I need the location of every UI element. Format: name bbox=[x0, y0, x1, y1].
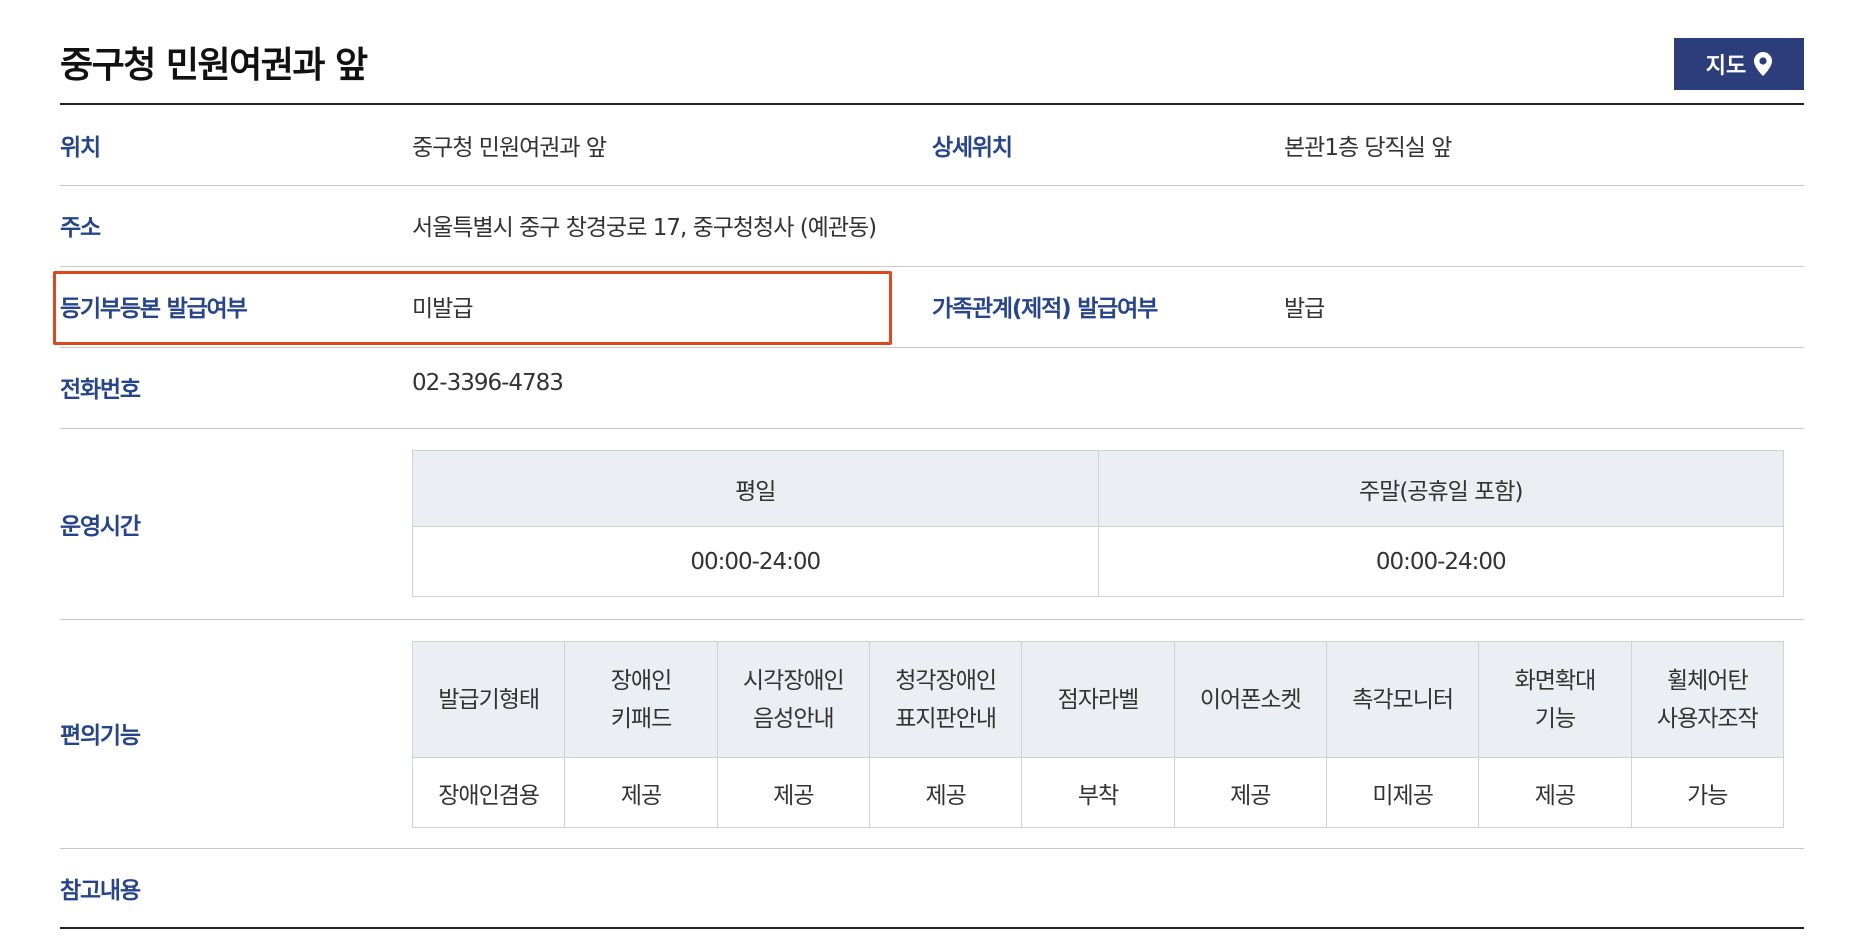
phone-label: 전화번호 bbox=[60, 377, 141, 403]
convenience-value-cell: 제공 bbox=[716, 757, 870, 828]
convenience-header-text: 휠체어탄 bbox=[1666, 667, 1749, 694]
convenience-header-text: 표지판안내 bbox=[895, 705, 997, 732]
convenience-value-cell: 장애인겸용 bbox=[411, 757, 566, 828]
convenience-header-text: 화면확대 bbox=[1514, 667, 1597, 694]
hours-label: 운영시간 bbox=[60, 514, 141, 540]
convenience-table: 발급기형태 장애인 키패드 시각장애인 음성안내 청각장애인 표지판안내 점자라벨 이어폰소켓 촉… bbox=[411, 641, 1785, 828]
convenience-header-text: 장애인 bbox=[610, 667, 672, 694]
detail-location-label: 상세위치 bbox=[932, 135, 1013, 161]
convenience-header-text: 촉각모니터 bbox=[1352, 686, 1454, 713]
convenience-header-cell: 이어폰소켓 bbox=[1173, 641, 1327, 758]
family-issuance-value: 발급 bbox=[1284, 296, 1325, 322]
map-button-label: 지도 bbox=[1705, 54, 1747, 79]
convenience-header-cell: 발급기형태 bbox=[411, 641, 566, 758]
convenience-header-text: 점자라벨 bbox=[1057, 686, 1140, 713]
page-title: 중구청 민원여권과 앞 bbox=[60, 45, 368, 86]
convenience-header-cell: 화면확대기능 bbox=[1478, 641, 1632, 758]
convenience-value-cell: 미제공 bbox=[1325, 757, 1480, 828]
hours-header-weekday: 평일 bbox=[412, 450, 1099, 527]
convenience-header-cell: 촉각모니터 bbox=[1325, 641, 1480, 758]
convenience-header-text: 사용자조작 bbox=[1656, 705, 1759, 732]
info-row-convenience: 편의기능 발급기형태 장애인 키패드 시각장애인 음성안내 청각장애인 표지판안내 점자라벨 이… bbox=[60, 620, 1804, 849]
convenience-value-cell: 부착 bbox=[1021, 757, 1175, 828]
hours-value-weekday: 00:00-24:00 bbox=[412, 526, 1099, 597]
convenience-header-cell: 휠체어탄사용자조작 bbox=[1630, 641, 1785, 758]
convenience-header-text: 청각장애인 bbox=[895, 667, 997, 694]
address-value: 서울특별시 중구 창경궁로 17, 중구청청사 (예관동) bbox=[412, 215, 877, 241]
location-value: 중구청 민원여권과 앞 bbox=[412, 135, 607, 161]
convenience-header-text: 키패드 bbox=[610, 705, 672, 732]
convenience-value-cell: 제공 bbox=[1173, 757, 1327, 828]
hours-header-weekend: 주말(공휴일 포함) bbox=[1097, 450, 1784, 527]
convenience-header-text: 발급기형태 bbox=[438, 686, 540, 713]
convenience-header-row: 발급기형태 장애인 키패드 시각장애인 음성안내 청각장애인 표지판안내 점자라벨 이어폰소켓 촉… bbox=[411, 641, 1785, 758]
convenience-header-cell: 청각장애인표지판안내 bbox=[868, 641, 1023, 758]
phone-value: 02-3396-4783 bbox=[412, 370, 564, 396]
footer-divider bbox=[60, 927, 1804, 929]
family-issuance-label: 가족관계(제적) 발급여부 bbox=[932, 296, 1158, 322]
convenience-header-text: 시각장애인 bbox=[742, 667, 845, 694]
info-row-phone: 전화번호 02-3396-4783 bbox=[60, 348, 1804, 429]
highlight-box bbox=[53, 271, 892, 345]
convenience-header-cell: 시각장애인음성안내 bbox=[716, 641, 870, 758]
convenience-header-text: 음성안내 bbox=[753, 705, 835, 732]
convenience-value-cell: 제공 bbox=[564, 757, 718, 828]
hours-table: 평일 주말(공휴일 포함) 00:00-24:00 00:00-24:00 bbox=[412, 450, 1784, 597]
map-button[interactable]: 지도 bbox=[1674, 38, 1804, 90]
info-row-notes: 참고내용 bbox=[60, 849, 1804, 927]
convenience-header-text: 기능 bbox=[1534, 705, 1576, 732]
convenience-label: 편의기능 bbox=[60, 723, 141, 749]
address-label: 주소 bbox=[60, 215, 101, 241]
detail-location-value: 본관1층 당직실 앞 bbox=[1284, 135, 1452, 161]
hours-value-weekend: 00:00-24:00 bbox=[1097, 526, 1784, 597]
location-label: 위치 bbox=[60, 135, 101, 161]
convenience-value-row: 장애인겸용 제공 제공 제공 부착 제공 미제공 제공 가능 bbox=[411, 757, 1785, 828]
convenience-value-cell: 가능 bbox=[1630, 757, 1785, 828]
notes-label: 참고내용 bbox=[60, 878, 141, 904]
info-row-hours: 운영시간 평일 주말(공휴일 포함) 00:00-24:00 00:00-24:… bbox=[60, 429, 1804, 620]
info-row-location: 위치 중구청 민원여권과 앞 상세위치 본관1층 당직실 앞 bbox=[60, 105, 1804, 186]
convenience-header-cell: 점자라벨 bbox=[1021, 641, 1175, 758]
convenience-value-cell: 제공 bbox=[868, 757, 1023, 828]
convenience-header-cell: 장애인키패드 bbox=[564, 641, 718, 758]
info-row-address: 주소 서울특별시 중구 창경궁로 17, 중구청청사 (예관동) bbox=[60, 186, 1804, 267]
convenience-header-text: 이어폰소켓 bbox=[1199, 686, 1302, 713]
convenience-value-cell: 제공 bbox=[1478, 757, 1632, 828]
location-pin-icon bbox=[1754, 52, 1773, 76]
